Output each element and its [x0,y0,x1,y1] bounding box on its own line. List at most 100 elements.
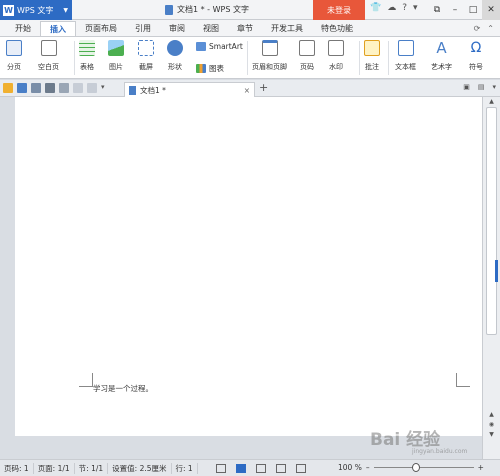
undo-icon[interactable] [73,83,83,93]
workspace [0,97,491,459]
document-tab[interactable]: 文档1 * × [124,82,255,97]
chart-button[interactable]: 图表 [196,63,224,74]
ribbon-separator [74,41,75,75]
doc-window-icon[interactable]: ▤ [478,83,485,91]
tab-section[interactable]: 章节 [228,21,262,36]
tab-special[interactable]: 特色功能 [312,21,362,36]
close-icon[interactable]: ✕ [482,0,500,20]
table-icon [79,40,95,56]
blank-page-button[interactable]: 空白页 [38,40,59,72]
screenshot-label: 截屏 [139,63,153,71]
page-number-label: 页码 [300,63,314,71]
smartart-label: SmartArt [209,42,243,51]
document-tab-label: 文档1 * [140,85,166,95]
cloud-icon[interactable]: ☁ [387,3,396,13]
chevron-down-icon[interactable]: ▾ [413,3,418,13]
scroll-up-icon[interactable]: ▲ [486,411,497,420]
help-icon[interactable]: ? [402,3,407,13]
full-screen-icon[interactable] [215,463,226,473]
status-section: 节: 1/1 [75,462,109,474]
zoom-control: 100 % – + [338,463,484,472]
chevron-down-icon[interactable]: ▾ [492,83,496,91]
save-icon[interactable] [17,83,27,93]
doc-list-icon[interactable]: ▣ [463,83,470,91]
ribbon-separator [247,41,248,75]
scroll-thumb[interactable] [486,107,497,335]
zoom-knob[interactable] [411,463,420,472]
export-pdf-icon[interactable] [31,83,41,93]
collapse-ribbon-icon[interactable]: ⌃ [487,24,494,33]
scroll-down-icon[interactable]: ▼ [486,431,497,440]
close-tab-icon[interactable]: × [244,86,250,95]
page-break-label: 分页 [7,63,21,71]
scroll-page-icon[interactable]: ◉ [486,421,497,430]
vertical-scrollbar[interactable]: ▲ ▲ ◉ ▼ [482,97,500,459]
tab-developer[interactable]: 开发工具 [262,21,312,36]
reading-view-icon[interactable] [295,463,306,473]
picture-button[interactable]: 图片 [108,40,124,72]
document-icon [165,4,173,15]
sync-icon[interactable]: ⟳ [474,24,481,33]
blank-page-icon [40,40,57,56]
comment-icon [364,40,380,56]
watermark-icon [328,40,344,56]
restore-layout-icon[interactable]: ⧉ [428,0,446,20]
wordart-button[interactable]: A 艺术字 [431,40,452,72]
scroll-position-marker [495,260,498,282]
chevron-down-icon[interactable]: ▾ [101,83,111,93]
watermark-button[interactable]: 水印 [328,40,344,72]
zoom-slider[interactable] [373,463,474,472]
tab-references[interactable]: 引用 [126,21,160,36]
print-icon[interactable] [45,83,55,93]
margin-corner-right [456,373,470,387]
new-tab-icon[interactable]: + [259,81,268,94]
menu-tail: ⟳ ⌃ [474,21,500,36]
redo-icon[interactable] [87,83,97,93]
header-footer-button[interactable]: 页眉和页脚 [252,40,287,72]
page-view-icon[interactable] [235,463,246,473]
ribbon-separator [359,41,360,75]
login-button[interactable]: 未登录 [313,0,365,20]
zoom-out-icon[interactable]: – [366,463,370,472]
window-title-text: 文档1 * - WPS 文字 [177,5,249,14]
scroll-up-icon[interactable]: ▲ [486,98,497,107]
window-controls: ⧉ – □ ✕ [428,0,500,20]
tab-home[interactable]: 开始 [6,21,40,36]
ribbon-separator [388,41,389,75]
tab-insert[interactable]: 插入 [40,21,76,36]
status-bar: 页码: 1 页面: 1/1 节: 1/1 设置值: 2.5厘米 行: 1 100… [0,459,500,476]
minimize-icon[interactable]: – [446,0,464,20]
app-label: WPS 文字 [17,5,54,15]
textbox-label: 文本框 [395,63,416,71]
table-button[interactable]: 表格 [79,40,95,72]
document-body-text[interactable]: 学习是一个过程。 [93,383,153,394]
page-break-icon [6,40,22,56]
app-menu-button[interactable]: W WPS 文字 ▼ [0,0,72,20]
shape-label: 形状 [168,63,182,71]
wordart-icon: A [436,39,447,57]
zoom-track [373,467,474,468]
textbox-button[interactable]: 文本框 [395,40,416,72]
tab-view[interactable]: 视图 [194,21,228,36]
shape-button[interactable]: 形状 [167,40,183,72]
tab-page-layout[interactable]: 页面布局 [76,21,126,36]
page-number-button[interactable]: 页码 [299,40,315,72]
skin-icon[interactable]: 👕 [370,3,381,13]
screenshot-button[interactable]: 截屏 [138,40,154,72]
web-view-icon[interactable] [275,463,286,473]
page-break-button[interactable]: 分页 [6,40,22,72]
comment-button[interactable]: 批注 [364,40,380,72]
ribbon-insert: 分页 空白页 表格 图片 截屏 形状 SmartArt 图表 页眉和页脚 页码 … [0,36,500,79]
open-folder-icon[interactable] [3,83,13,93]
zoom-in-icon[interactable]: + [478,463,484,472]
symbol-button[interactable]: Ω 符号 [468,40,484,72]
margin-corner-left [79,373,93,387]
blank-page-label: 空白页 [38,63,59,71]
tab-review[interactable]: 审阅 [160,21,194,36]
outline-view-icon[interactable] [255,463,266,473]
status-page: 页面: 1/1 [34,462,75,474]
smartart-button[interactable]: SmartArt [196,42,243,51]
scissors-icon [138,40,154,56]
print-preview-icon[interactable] [59,83,69,93]
maximize-icon[interactable]: □ [464,0,482,20]
